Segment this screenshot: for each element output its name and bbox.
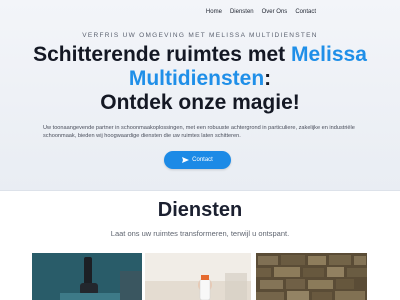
nav-item-contact[interactable]: Contact <box>295 9 316 15</box>
hero-tagline: VERFRIS UW OMGEVING MET MELISSA MULTIDIE… <box>82 32 318 39</box>
service-image-vacuum[interactable] <box>32 253 142 300</box>
service-image-stone[interactable] <box>256 253 367 300</box>
contact-button-label: Contact <box>192 157 213 163</box>
headline-colon: : <box>264 67 272 90</box>
spray-illustration <box>145 253 251 300</box>
service-image-spray[interactable] <box>145 253 251 300</box>
hero-headline: Schitterende ruimtes met Melissa Multidi… <box>0 43 400 115</box>
headline-part1: Schitterende ruimtes met <box>33 43 291 66</box>
contact-button[interactable]: Contact <box>164 151 231 169</box>
main-nav: Home Diensten Over Ons Contact <box>206 9 316 15</box>
nav-item-home[interactable]: Home <box>206 9 222 15</box>
hero-section: Home Diensten Over Ons Contact VERFRIS U… <box>0 0 400 191</box>
send-icon <box>182 157 190 163</box>
nav-item-diensten[interactable]: Diensten <box>230 9 254 15</box>
vacuum-illustration <box>32 253 142 300</box>
headline-line2: Ontdek onze magie! <box>100 91 300 114</box>
services-subtitle: Laat ons uw ruimtes transformeren, terwi… <box>110 229 290 238</box>
stone-wall-illustration <box>256 253 367 300</box>
services-title: Diensten <box>157 199 243 221</box>
hero-intro: Uw toonaangevende partner in schoonmaako… <box>43 125 355 139</box>
nav-item-over-ons[interactable]: Over Ons <box>262 9 288 15</box>
